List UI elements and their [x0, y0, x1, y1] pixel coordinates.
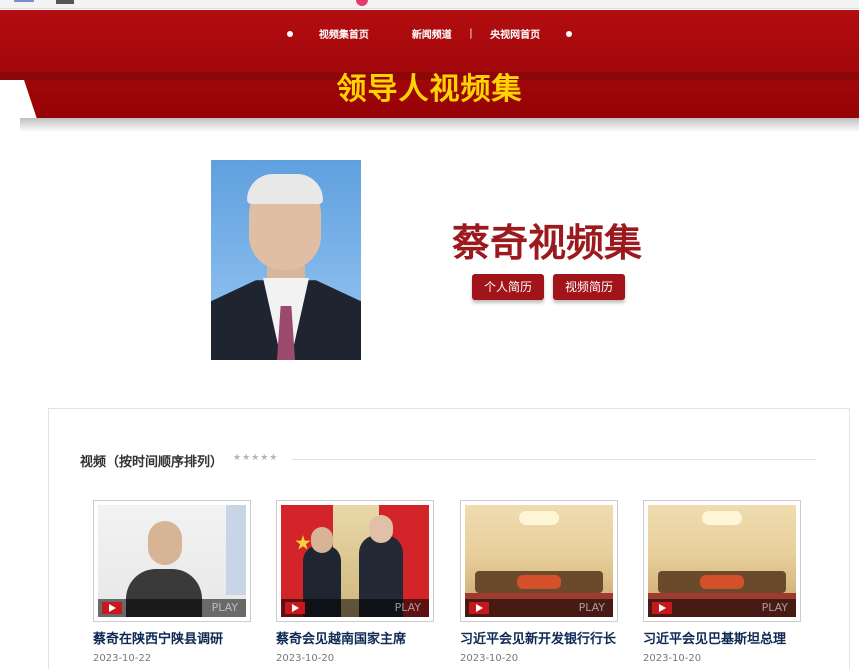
top-nav: 视频集首页 新闻频道 | 央视网首页: [0, 26, 859, 41]
video-card[interactable]: PLAY 习近平会见巴基斯坦总理 2023-10-20: [643, 500, 801, 664]
thumbnail-flowers: [700, 575, 744, 589]
banner-shadow: [20, 118, 859, 132]
banner-title: 领导人视频集: [336, 72, 523, 107]
thumbnail-face: [369, 515, 393, 543]
page-title: 蔡奇视频集: [452, 221, 643, 265]
portrait-photo: [211, 160, 361, 360]
section-title: 视频（按时间顺序排列）: [80, 455, 224, 470]
thumbnail-window: [226, 505, 246, 595]
thumbnail-face: [311, 527, 333, 553]
thumbnail-face: [148, 521, 182, 565]
nav-link-news[interactable]: 新闻频道: [412, 26, 452, 41]
resume-button[interactable]: 个人简历: [472, 274, 545, 300]
video-title-link[interactable]: 蔡奇会见越南国家主席: [276, 628, 434, 647]
star-decoration-icon: ★★★★★: [233, 453, 279, 463]
play-bar[interactable]: PLAY: [98, 599, 246, 617]
browser-tab-icon[interactable]: [14, 0, 34, 2]
video-date: 2023-10-20: [276, 653, 335, 664]
nav-separator: |: [469, 28, 473, 39]
play-bar[interactable]: PLAY: [465, 599, 613, 617]
video-date: 2023-10-20: [460, 653, 519, 664]
video-card[interactable]: PLAY 蔡奇在陕西宁陕县调研 2023-10-22: [93, 500, 251, 664]
thumbnail-chandelier: [702, 511, 742, 525]
video-date: 2023-10-20: [643, 653, 702, 664]
play-bar[interactable]: PLAY: [648, 599, 796, 617]
video-thumbnail[interactable]: PLAY: [643, 500, 801, 622]
video-thumbnail[interactable]: PLAY: [460, 500, 618, 622]
play-icon[interactable]: [102, 602, 122, 614]
play-label: PLAY: [761, 601, 788, 614]
video-title-link[interactable]: 蔡奇在陕西宁陕县调研: [93, 628, 251, 647]
browser-toolbar-strip: [0, 0, 859, 9]
video-resume-button[interactable]: 视频简历: [553, 274, 626, 300]
video-card[interactable]: PLAY 习近平会见新开发银行行长 2023-10-20: [460, 500, 618, 664]
play-bar[interactable]: PLAY: [281, 599, 429, 617]
thumbnail-chandelier: [519, 511, 559, 525]
play-label: PLAY: [578, 601, 605, 614]
thumbnail-flowers: [517, 575, 561, 589]
nav-link-video-home[interactable]: 视频集首页: [319, 26, 369, 41]
play-label: PLAY: [211, 601, 238, 614]
browser-tab-icon[interactable]: [56, 0, 74, 4]
portrait-hair: [247, 174, 323, 204]
bullet-icon: [287, 30, 294, 37]
section-divider: [292, 459, 816, 460]
video-thumbnail[interactable]: PLAY: [93, 500, 251, 622]
play-icon[interactable]: [652, 602, 672, 614]
play-icon[interactable]: [285, 602, 305, 614]
nav-link-cctv-home[interactable]: 央视网首页: [490, 26, 540, 41]
video-title-link[interactable]: 习近平会见巴基斯坦总理: [643, 628, 801, 647]
bullet-icon: [565, 30, 572, 37]
video-date: 2023-10-22: [93, 653, 152, 664]
play-label: PLAY: [394, 601, 421, 614]
video-thumbnail[interactable]: PLAY: [276, 500, 434, 622]
play-icon[interactable]: [469, 602, 489, 614]
browser-tab-icon[interactable]: [356, 0, 368, 6]
video-title-link[interactable]: 习近平会见新开发银行行长: [460, 628, 618, 647]
video-card[interactable]: PLAY 蔡奇会见越南国家主席 2023-10-20: [276, 500, 434, 664]
header-banner: 视频集首页 新闻频道 | 央视网首页 领导人视频集: [0, 10, 859, 132]
